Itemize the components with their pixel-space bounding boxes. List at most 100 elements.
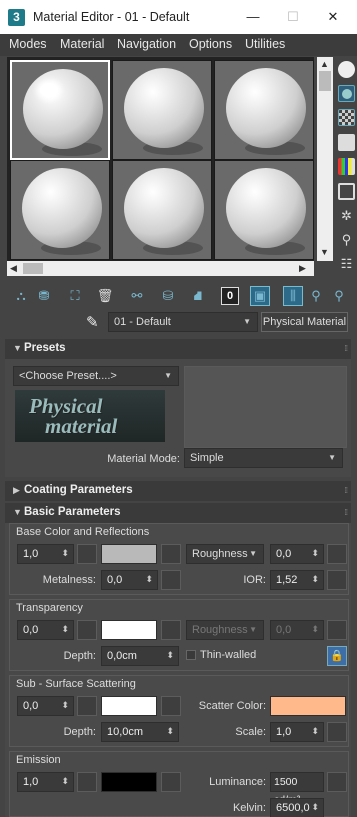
grip-icon: ⁞⁞ (344, 344, 349, 353)
coating-title: Coating Parameters (24, 484, 133, 496)
sss-scale-spinner[interactable]: 1,0 ⬍ (270, 722, 324, 742)
sphere-preview (226, 68, 306, 148)
roughness-mode-dropdown[interactable]: Roughness ▼ (186, 544, 264, 564)
assign-to-selection-icon[interactable]: ⛶ (66, 287, 84, 305)
transparency-roughness-spinner[interactable]: 0,0 ⬍ (270, 620, 324, 640)
scroll-up-icon[interactable]: ▲ (320, 59, 329, 69)
background-icon[interactable] (338, 109, 355, 126)
ior-map-button[interactable] (327, 570, 347, 590)
material-name-field[interactable]: 01 - Default ▼ (108, 312, 258, 332)
base-weight-spinner[interactable]: 1,0 ⬍ (17, 544, 74, 564)
reset-map-icon[interactable]: 🗑 (96, 287, 114, 305)
spinner-arrows-icon: ⬍ (166, 726, 174, 736)
ior-label: IOR: (243, 574, 266, 586)
sample-type-icon[interactable] (338, 61, 355, 78)
uv-tiling-icon[interactable] (338, 134, 355, 151)
sss-color-map-button[interactable] (161, 696, 181, 716)
emission-color-swatch[interactable] (101, 772, 157, 792)
material-navigator-icon[interactable]: ☷ (338, 255, 355, 272)
transparency-roughness-map-button[interactable] (327, 620, 347, 640)
kelvin-label: Kelvin: (232, 802, 266, 814)
transparency-color-map-button[interactable] (161, 620, 181, 640)
scatter-color-label: Scatter Color: (198, 700, 266, 712)
material-mode-dropdown[interactable]: Simple ▼ (184, 448, 343, 468)
material-id-icon[interactable]: ⛘ (189, 287, 207, 305)
window-title: Material Editor - 01 - Default (33, 10, 190, 24)
sss-weight-map-button[interactable] (77, 696, 97, 716)
get-material-icon[interactable]: ⛬ (12, 287, 30, 305)
put-to-library-icon[interactable]: ⛁ (159, 287, 177, 305)
go-to-parent-icon[interactable]: ⚲ (307, 287, 325, 305)
sss-scale-map-button[interactable] (327, 722, 347, 742)
sample-slot[interactable] (214, 160, 314, 260)
scroll-thumb[interactable] (319, 71, 331, 91)
choose-preset-dropdown[interactable]: <Choose Preset....> ▼ (13, 366, 179, 386)
luminance-map-button[interactable] (327, 772, 347, 792)
sample-slot[interactable] (10, 60, 110, 160)
roughness-spinner[interactable]: 0,0 ⬍ (270, 544, 324, 564)
material-id-channel-icon[interactable]: 0 (221, 287, 239, 305)
menu-options[interactable]: Options (189, 37, 232, 51)
minimize-button[interactable]: — (236, 4, 270, 30)
scroll-thumb[interactable] (23, 263, 43, 274)
transparency-color-swatch[interactable] (101, 620, 157, 640)
sample-slot[interactable] (112, 160, 212, 260)
emission-color-map-button[interactable] (161, 772, 181, 792)
sample-slot[interactable] (214, 60, 314, 160)
menu-material[interactable]: Material (60, 37, 104, 51)
options-icon[interactable]: ✲ (338, 207, 355, 224)
depth-label: Depth: (63, 726, 96, 738)
basic-rollout-header[interactable]: ▼ Basic Parameters ⁞⁞ (5, 503, 351, 523)
scroll-down-icon[interactable]: ▼ (320, 247, 329, 257)
show-end-result-icon[interactable]: ⫼ (283, 286, 303, 306)
menu-navigation[interactable]: Navigation (117, 37, 176, 51)
lock-icon[interactable]: 🔒 (327, 646, 347, 666)
roughness-map-button[interactable] (327, 544, 347, 564)
select-by-material-icon[interactable]: ⚲ (338, 231, 355, 248)
emission-weight-spinner[interactable]: 1,0 ⬍ (17, 772, 74, 792)
sss-weight-spinner[interactable]: 0,0 ⬍ (17, 696, 74, 716)
maximize-button[interactable]: ☐ (276, 4, 310, 30)
go-forward-sibling-icon[interactable]: ⚲ (330, 287, 348, 305)
transparency-weight-spinner[interactable]: 0,0 ⬍ (17, 620, 74, 640)
video-color-check-icon[interactable] (338, 158, 355, 175)
base-weight-map-button[interactable] (77, 544, 97, 564)
base-color-map-button[interactable] (161, 544, 181, 564)
sss-color-swatch[interactable] (101, 696, 157, 716)
make-unique-icon[interactable]: ⚯ (128, 287, 146, 305)
sample-slot[interactable] (10, 160, 110, 260)
scroll-left-icon[interactable]: ◀ (10, 263, 17, 274)
horizontal-scrollbar[interactable]: ◀ ▶ (7, 261, 314, 276)
emission-weight-map-button[interactable] (77, 772, 97, 792)
scroll-right-icon[interactable]: ▶ (299, 263, 306, 274)
menu-modes[interactable]: Modes (9, 37, 47, 51)
base-color-swatch[interactable] (101, 544, 157, 564)
transparency-depth-spinner[interactable]: 0,0cm ⬍ (101, 646, 179, 666)
coating-rollout-header[interactable]: ▶ Coating Parameters ⁞⁞ (5, 481, 351, 501)
scatter-color-swatch[interactable] (270, 696, 346, 716)
vertical-scrollbar[interactable]: ▲ ▼ (317, 57, 333, 261)
luminance-spinner[interactable]: 1500 cd/m² (270, 772, 324, 806)
material-type-button[interactable]: Physical Material (261, 312, 348, 332)
metalness-spinner[interactable]: 0,0 ⬍ (101, 570, 158, 590)
transparency-weight-map-button[interactable] (77, 620, 97, 640)
show-shaded-icon[interactable]: ▣ (250, 286, 270, 306)
title-bar: 3 Material Editor - 01 - Default — ☐ ✕ (0, 0, 357, 34)
spinner-arrows-icon: ⬍ (61, 548, 69, 558)
close-button[interactable]: ✕ (316, 4, 350, 30)
collapse-icon: ▼ (13, 343, 22, 353)
menu-utilities[interactable]: Utilities (245, 37, 285, 51)
sample-slot[interactable] (112, 60, 212, 160)
thin-walled-checkbox[interactable] (186, 650, 196, 660)
eyedropper-icon[interactable]: ✎ (86, 313, 99, 331)
kelvin-spinner[interactable]: 6500,0 ⬍ (270, 798, 324, 817)
metalness-map-button[interactable] (161, 570, 181, 590)
ior-spinner[interactable]: 1,52 ⬍ (270, 570, 324, 590)
sss-depth-spinner[interactable]: 10,0cm ⬍ (101, 722, 179, 742)
transparency-roughness-dropdown[interactable]: Roughness ▼ (186, 620, 264, 640)
put-to-scene-icon[interactable]: ⛃ (35, 287, 53, 305)
backlight-icon[interactable] (338, 85, 355, 102)
presets-rollout-header[interactable]: ▼ Presets ⁞⁞ (5, 339, 351, 359)
make-preview-icon[interactable] (338, 183, 355, 200)
group-title: Emission (16, 754, 61, 766)
